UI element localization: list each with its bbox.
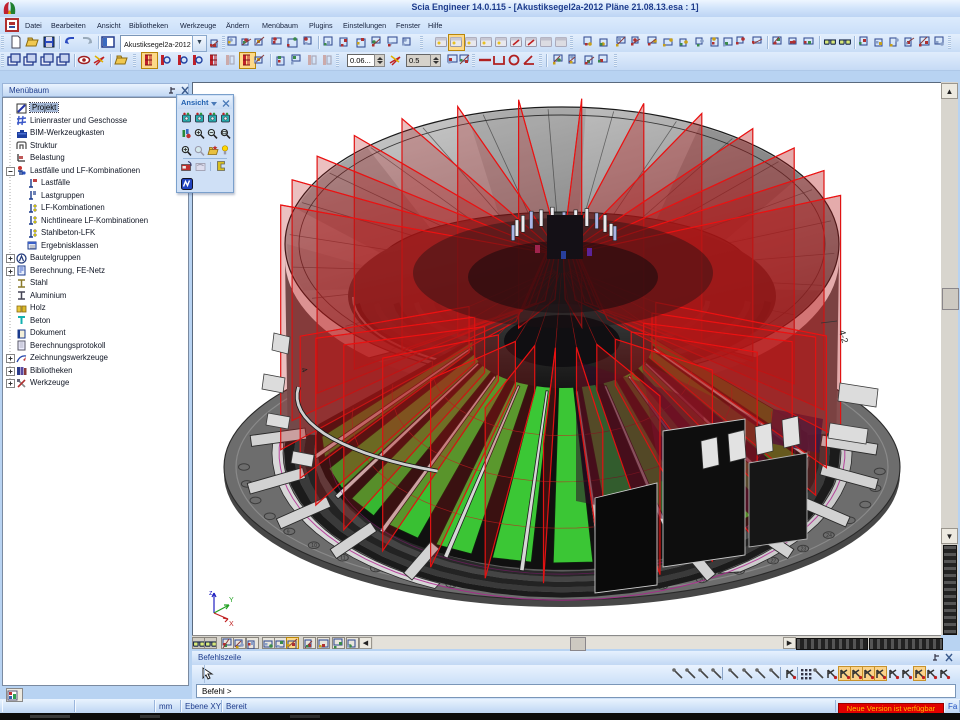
svg-text:23: 23 <box>801 547 807 553</box>
svg-text:22: 22 <box>771 559 777 565</box>
svg-text:z: z <box>209 590 213 597</box>
svg-text:9: 9 <box>287 529 290 535</box>
svg-text:11: 11 <box>340 556 345 562</box>
svg-text:X: X <box>229 621 234 628</box>
svg-text:Y: Y <box>229 597 234 604</box>
svg-text:24: 24 <box>826 533 832 539</box>
svg-text:10: 10 <box>311 543 317 549</box>
